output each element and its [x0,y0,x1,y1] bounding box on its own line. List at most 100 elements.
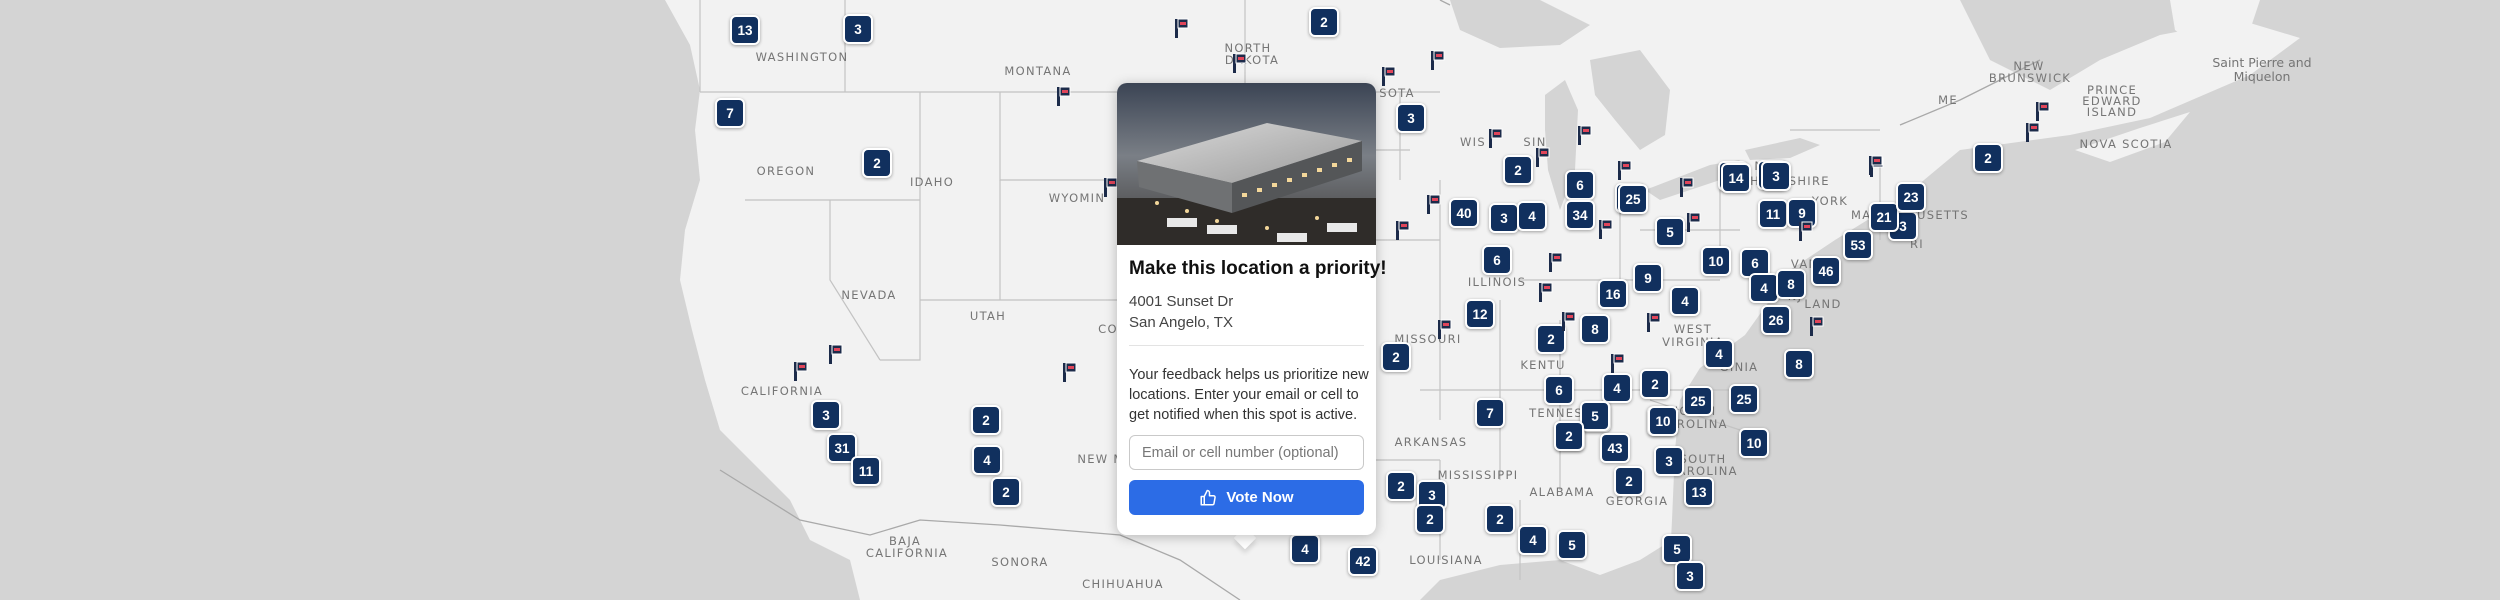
location-flag-icon[interactable] [1535,281,1555,303]
location-flag-icon[interactable] [1485,127,1505,149]
cluster-marker[interactable]: 5 [1580,401,1610,431]
email-or-cell-input[interactable] [1129,435,1364,470]
location-flag-icon[interactable] [1059,361,1079,383]
cluster-marker[interactable]: 16 [1598,279,1628,309]
location-flag-icon[interactable] [1558,310,1578,332]
cluster-marker[interactable]: 53 [1843,230,1873,260]
cluster-marker[interactable]: 11 [851,456,881,486]
location-flag-icon[interactable] [1595,218,1615,240]
cluster-marker[interactable]: 6 [1565,170,1595,200]
vote-now-button[interactable]: Vote Now [1129,480,1364,515]
cluster-marker[interactable]: 10 [1739,428,1769,458]
location-flag-icon[interactable] [2032,100,2052,122]
location-flag-icon[interactable] [1643,311,1663,333]
cluster-marker[interactable]: 2 [1614,466,1644,496]
cluster-marker[interactable]: 2 [991,477,1021,507]
map-label: NOVA SCOTIA [2079,137,2173,151]
cluster-marker[interactable]: 3 [1654,446,1684,476]
cluster-marker[interactable]: 2 [1381,342,1411,372]
cluster-marker[interactable]: 42 [1348,546,1378,576]
cluster-marker[interactable]: 23 [1896,182,1926,212]
cluster-marker[interactable]: 13 [730,15,760,45]
cluster-marker[interactable]: 2 [1415,504,1445,534]
cluster-marker[interactable]: 34 [1565,200,1595,230]
location-flag-icon[interactable] [825,343,845,365]
cluster-marker[interactable]: 8 [1580,314,1610,344]
cluster-marker[interactable]: 46 [1811,256,1841,286]
cluster-marker[interactable]: 8 [1784,349,1814,379]
location-flag-icon[interactable] [1683,211,1703,233]
cluster-marker[interactable]: 4 [1517,201,1547,231]
cluster-marker[interactable]: 5 [1655,217,1685,247]
cluster-marker[interactable]: 2 [862,148,892,178]
cluster-marker[interactable]: 43 [1600,433,1630,463]
cluster-marker[interactable]: 4 [1749,273,1779,303]
cluster-marker[interactable]: 4 [1602,373,1632,403]
location-flag-icon[interactable] [1427,49,1447,71]
cluster-marker[interactable]: 7 [715,98,745,128]
cluster-marker[interactable]: 11 [1758,199,1788,229]
cluster-marker[interactable]: 40 [1449,198,1479,228]
cluster-marker[interactable]: 4 [1670,286,1700,316]
cluster-marker[interactable]: 2 [1386,471,1416,501]
location-flag-icon[interactable] [1423,193,1443,215]
cluster-marker[interactable]: 8 [1776,269,1806,299]
cluster-marker[interactable]: 6 [1482,245,1512,275]
cluster-marker[interactable]: 14 [1721,163,1751,193]
location-flag-icon[interactable] [1545,251,1565,273]
cluster-marker[interactable]: 2 [1485,504,1515,534]
cluster-marker[interactable]: 5 [1662,534,1692,564]
location-flag-icon[interactable] [1434,318,1454,340]
map-label: ME [1938,93,1958,107]
map-label: CALIFORNIA [740,384,824,398]
cluster-marker[interactable]: 5 [1557,530,1587,560]
cluster-marker[interactable]: 4 [972,445,1002,475]
location-flag-icon[interactable] [1676,176,1696,198]
cluster-marker[interactable]: 25 [1618,184,1648,214]
location-flag-icon[interactable] [1607,352,1627,374]
cluster-marker[interactable]: 13 [1684,477,1714,507]
cluster-marker[interactable]: 10 [1701,246,1731,276]
location-flag-icon[interactable] [1795,220,1815,242]
location-flag-icon[interactable] [1053,85,1073,107]
cluster-marker[interactable]: 26 [1761,305,1791,335]
cluster-marker[interactable]: 3 [1761,161,1791,191]
cluster-marker[interactable]: 10 [1648,406,1678,436]
cluster-marker[interactable]: 3 [1396,103,1426,133]
cluster-marker[interactable]: 2 [1309,7,1339,37]
cluster-marker[interactable]: 2 [971,405,1001,435]
location-flag-icon[interactable] [1378,65,1398,87]
cluster-marker[interactable]: 2 [1554,421,1584,451]
cluster-marker[interactable]: 4 [1290,534,1320,564]
cluster-marker[interactable]: 4 [1704,339,1734,369]
cluster-marker[interactable]: 2 [1503,155,1533,185]
location-flag-icon[interactable] [1574,124,1594,146]
cluster-marker[interactable]: 4 [1518,525,1548,555]
cluster-marker[interactable]: 2 [1640,369,1670,399]
location-flag-icon[interactable] [1171,17,1191,39]
cluster-marker[interactable]: 3 [1489,203,1519,233]
cluster-marker[interactable]: 21 [1869,202,1899,232]
cluster-marker[interactable]: 3 [1675,561,1705,591]
location-flag-icon[interactable] [2022,121,2042,143]
location-flag-icon[interactable] [1865,154,1885,176]
cluster-marker[interactable]: 7 [1475,398,1505,428]
cluster-marker[interactable]: 12 [1465,299,1495,329]
cluster-marker[interactable]: 2 [1973,143,2003,173]
location-flag-icon[interactable] [790,360,810,382]
cluster-marker[interactable]: 3 [843,14,873,44]
cluster-marker[interactable]: 25 [1729,384,1759,414]
cluster-marker[interactable]: 6 [1544,375,1574,405]
location-flag-icon[interactable] [1806,315,1826,337]
location-flag-icon[interactable] [1392,219,1412,241]
map-label: GEORGIA [1605,494,1669,508]
map-label: WYOMIN [1048,191,1106,205]
cluster-marker[interactable]: 3 [811,400,841,430]
cluster-marker[interactable]: 25 [1683,386,1713,416]
map-label: WIS [1460,135,1486,149]
location-flag-icon[interactable] [1532,146,1552,168]
map-label: ILLINOIS [1467,275,1527,289]
location-flag-icon[interactable] [1614,159,1634,181]
location-flag-icon[interactable] [1229,52,1249,74]
cluster-marker[interactable]: 9 [1633,263,1663,293]
